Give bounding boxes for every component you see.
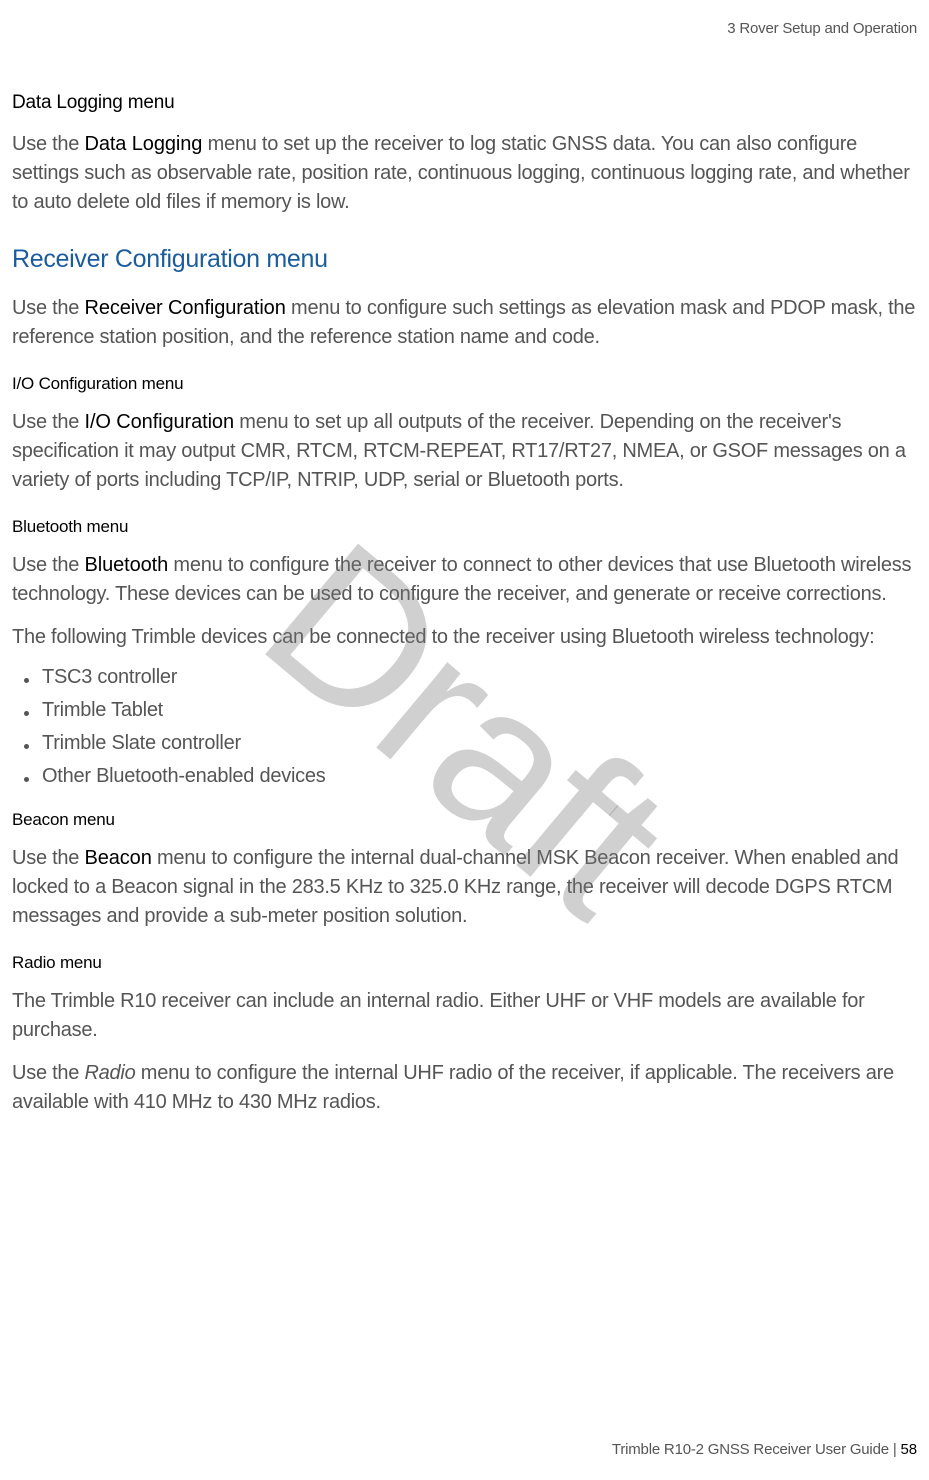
bold-text: I/O Configuration — [84, 411, 234, 433]
para-data-logging: Use the Data Logging menu to set up the … — [12, 130, 917, 217]
list-item: Trimble Tablet — [42, 699, 917, 722]
para-radio-2: Use the Radio menu to configure the inte… — [12, 1059, 917, 1117]
heading-receiver-config: Receiver Configuration menu — [12, 245, 917, 274]
italic-text: Radio — [84, 1062, 135, 1084]
bold-text: Beacon — [84, 847, 151, 869]
bold-text: Bluetooth — [84, 554, 168, 576]
text: Use the — [12, 847, 84, 869]
text: menu to configure the internal UHF radio… — [12, 1062, 894, 1113]
text: Use the — [12, 411, 84, 433]
text: Use the — [12, 1062, 84, 1084]
heading-beacon: Beacon menu — [12, 810, 917, 830]
text: Use the — [12, 133, 84, 155]
para-receiver-config: Use the Receiver Configuration menu to c… — [12, 294, 917, 352]
heading-io-config: I/O Configuration menu — [12, 374, 917, 394]
list-item: TSC3 controller — [42, 666, 917, 689]
para-bluetooth-2: The following Trimble devices can be con… — [12, 623, 917, 652]
heading-data-logging: Data Logging menu — [12, 92, 917, 114]
list-item: Other Bluetooth-enabled devices — [42, 765, 917, 788]
bluetooth-device-list: TSC3 controller Trimble Tablet Trimble S… — [42, 666, 917, 788]
list-item: Trimble Slate controller — [42, 732, 917, 755]
page-number: 58 — [901, 1441, 918, 1458]
heading-radio: Radio menu — [12, 953, 917, 973]
bold-text: Data Logging — [84, 133, 202, 155]
bold-text: Receiver Configuration — [84, 297, 285, 319]
para-beacon: Use the Beacon menu to configure the int… — [12, 844, 917, 931]
para-radio-1: The Trimble R10 receiver can include an … — [12, 987, 917, 1045]
page-header: 3 Rover Setup and Operation — [12, 20, 917, 37]
text: Use the — [12, 297, 84, 319]
heading-bluetooth: Bluetooth menu — [12, 517, 917, 537]
para-bluetooth-1: Use the Bluetooth menu to configure the … — [12, 551, 917, 609]
page-footer: Trimble R10-2 GNSS Receiver User Guide |… — [612, 1441, 917, 1458]
para-io-config: Use the I/O Configuration menu to set up… — [12, 408, 917, 495]
text: Use the — [12, 554, 84, 576]
footer-text: Trimble R10-2 GNSS Receiver User Guide | — [612, 1441, 901, 1458]
